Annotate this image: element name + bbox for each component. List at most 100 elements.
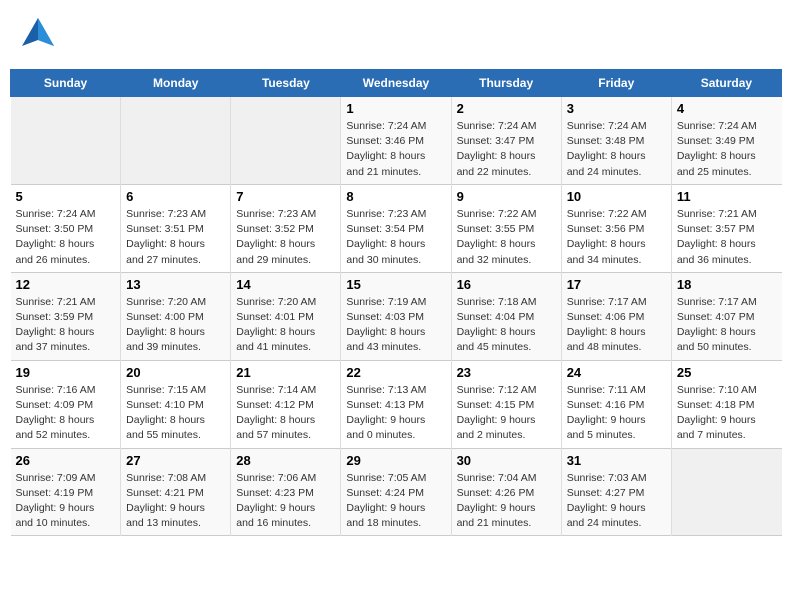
day-number: 14 <box>236 277 335 292</box>
day-info: Sunrise: 7:10 AM Sunset: 4:18 PM Dayligh… <box>677 383 777 444</box>
day-number: 26 <box>16 453 116 468</box>
day-info: Sunrise: 7:23 AM Sunset: 3:52 PM Dayligh… <box>236 207 335 268</box>
day-info: Sunrise: 7:17 AM Sunset: 4:07 PM Dayligh… <box>677 295 777 356</box>
day-cell: 10Sunrise: 7:22 AM Sunset: 3:56 PM Dayli… <box>561 184 671 272</box>
header-cell-wednesday: Wednesday <box>341 70 451 97</box>
day-cell: 16 Sunrise: 7:18 AM Sunset: 4:04 PM Dayli… <box>451 272 561 360</box>
day-info: Sunrise: 7:05 AM Sunset: 4:24 PM Dayligh… <box>346 471 445 532</box>
day-cell: 1Sunrise: 7:24 AM Sunset: 3:46 PM Daylig… <box>341 97 451 185</box>
day-number: 13 <box>126 277 225 292</box>
day-number: 21 <box>236 365 335 380</box>
day-number: 1 <box>346 101 445 116</box>
week-row-1: 1Sunrise: 7:24 AM Sunset: 3:46 PM Daylig… <box>11 97 782 185</box>
logo <box>18 14 60 57</box>
day-cell: 30 Sunrise: 7:04 AM Sunset: 4:26 PM Dayli… <box>451 448 561 536</box>
header-row: SundayMondayTuesdayWednesdayThursdayFrid… <box>11 70 782 97</box>
day-number: 27 <box>126 453 225 468</box>
day-info: Sunrise: 7:20 AM Sunset: 4:00 PM Dayligh… <box>126 295 225 356</box>
day-cell: 20 Sunrise: 7:15 AM Sunset: 4:10 PM Dayli… <box>121 360 231 448</box>
day-cell: 22 Sunrise: 7:13 AM Sunset: 4:13 PM Dayli… <box>341 360 451 448</box>
day-number: 6 <box>126 189 225 204</box>
week-row-2: 5 Sunrise: 7:24 AM Sunset: 3:50 PM Daylig… <box>11 184 782 272</box>
day-number: 10 <box>567 189 666 204</box>
day-cell: 8Sunrise: 7:23 AM Sunset: 3:54 PM Daylig… <box>341 184 451 272</box>
day-info: Sunrise: 7:23 AM Sunset: 3:54 PM Dayligh… <box>346 207 445 268</box>
day-cell: 27Sunrise: 7:08 AM Sunset: 4:21 PM Dayli… <box>121 448 231 536</box>
week-row-4: 19 Sunrise: 7:16 AM Sunset: 4:09 PM Dayli… <box>11 360 782 448</box>
logo-icon <box>18 14 56 52</box>
day-info: Sunrise: 7:11 AM Sunset: 4:16 PM Dayligh… <box>567 383 666 444</box>
day-info: Sunrise: 7:15 AM Sunset: 4:10 PM Dayligh… <box>126 383 225 444</box>
day-cell <box>671 448 781 536</box>
day-number: 4 <box>677 101 777 116</box>
day-cell: 11 Sunrise: 7:21 AM Sunset: 3:57 PM Dayli… <box>671 184 781 272</box>
day-cell: 31Sunrise: 7:03 AM Sunset: 4:27 PM Dayli… <box>561 448 671 536</box>
day-info: Sunrise: 7:04 AM Sunset: 4:26 PM Dayligh… <box>457 471 556 532</box>
header-cell-tuesday: Tuesday <box>231 70 341 97</box>
day-info: Sunrise: 7:20 AM Sunset: 4:01 PM Dayligh… <box>236 295 335 356</box>
day-info: Sunrise: 7:16 AM Sunset: 4:09 PM Dayligh… <box>16 383 116 444</box>
calendar-header: SundayMondayTuesdayWednesdayThursdayFrid… <box>11 70 782 97</box>
day-cell: 12 Sunrise: 7:21 AM Sunset: 3:59 PM Dayli… <box>11 272 121 360</box>
day-cell: 15 Sunrise: 7:19 AM Sunset: 4:03 PM Dayli… <box>341 272 451 360</box>
day-number: 9 <box>457 189 556 204</box>
calendar-table: SundayMondayTuesdayWednesdayThursdayFrid… <box>10 69 782 536</box>
day-info: Sunrise: 7:18 AM Sunset: 4:04 PM Dayligh… <box>457 295 556 356</box>
day-info: Sunrise: 7:21 AM Sunset: 3:57 PM Dayligh… <box>677 207 777 268</box>
header-cell-monday: Monday <box>121 70 231 97</box>
day-number: 17 <box>567 277 666 292</box>
day-info: Sunrise: 7:24 AM Sunset: 3:50 PM Dayligh… <box>16 207 116 268</box>
page-header <box>10 10 782 61</box>
day-cell: 28 Sunrise: 7:06 AM Sunset: 4:23 PM Dayli… <box>231 448 341 536</box>
day-info: Sunrise: 7:23 AM Sunset: 3:51 PM Dayligh… <box>126 207 225 268</box>
day-info: Sunrise: 7:09 AM Sunset: 4:19 PM Dayligh… <box>16 471 116 532</box>
day-cell: 17 Sunrise: 7:17 AM Sunset: 4:06 PM Dayli… <box>561 272 671 360</box>
day-number: 30 <box>457 453 556 468</box>
day-cell: 9 Sunrise: 7:22 AM Sunset: 3:55 PM Daylig… <box>451 184 561 272</box>
day-cell: 21 Sunrise: 7:14 AM Sunset: 4:12 PM Dayli… <box>231 360 341 448</box>
day-cell: 29 Sunrise: 7:05 AM Sunset: 4:24 PM Dayli… <box>341 448 451 536</box>
day-info: Sunrise: 7:19 AM Sunset: 4:03 PM Dayligh… <box>346 295 445 356</box>
day-number: 16 <box>457 277 556 292</box>
day-cell: 3 Sunrise: 7:24 AM Sunset: 3:48 PM Daylig… <box>561 97 671 185</box>
day-info: Sunrise: 7:17 AM Sunset: 4:06 PM Dayligh… <box>567 295 666 356</box>
day-info: Sunrise: 7:22 AM Sunset: 3:55 PM Dayligh… <box>457 207 556 268</box>
day-number: 18 <box>677 277 777 292</box>
header-cell-friday: Friday <box>561 70 671 97</box>
day-cell: 23Sunrise: 7:12 AM Sunset: 4:15 PM Dayli… <box>451 360 561 448</box>
day-number: 7 <box>236 189 335 204</box>
day-info: Sunrise: 7:24 AM Sunset: 3:47 PM Dayligh… <box>457 119 556 180</box>
day-number: 19 <box>16 365 116 380</box>
week-row-3: 12 Sunrise: 7:21 AM Sunset: 3:59 PM Dayli… <box>11 272 782 360</box>
day-cell: 25Sunrise: 7:10 AM Sunset: 4:18 PM Dayli… <box>671 360 781 448</box>
day-number: 5 <box>16 189 116 204</box>
day-number: 31 <box>567 453 666 468</box>
day-info: Sunrise: 7:14 AM Sunset: 4:12 PM Dayligh… <box>236 383 335 444</box>
day-number: 28 <box>236 453 335 468</box>
day-number: 20 <box>126 365 225 380</box>
calendar-body: 1Sunrise: 7:24 AM Sunset: 3:46 PM Daylig… <box>11 97 782 536</box>
day-number: 22 <box>346 365 445 380</box>
day-cell <box>231 97 341 185</box>
day-info: Sunrise: 7:06 AM Sunset: 4:23 PM Dayligh… <box>236 471 335 532</box>
day-cell: 19 Sunrise: 7:16 AM Sunset: 4:09 PM Dayli… <box>11 360 121 448</box>
day-info: Sunrise: 7:13 AM Sunset: 4:13 PM Dayligh… <box>346 383 445 444</box>
day-number: 15 <box>346 277 445 292</box>
header-cell-thursday: Thursday <box>451 70 561 97</box>
week-row-5: 26 Sunrise: 7:09 AM Sunset: 4:19 PM Dayli… <box>11 448 782 536</box>
day-cell: 4Sunrise: 7:24 AM Sunset: 3:49 PM Daylig… <box>671 97 781 185</box>
day-cell: 13 Sunrise: 7:20 AM Sunset: 4:00 PM Dayli… <box>121 272 231 360</box>
day-cell: 24 Sunrise: 7:11 AM Sunset: 4:16 PM Dayli… <box>561 360 671 448</box>
day-number: 3 <box>567 101 666 116</box>
day-cell: 18 Sunrise: 7:17 AM Sunset: 4:07 PM Dayli… <box>671 272 781 360</box>
day-info: Sunrise: 7:12 AM Sunset: 4:15 PM Dayligh… <box>457 383 556 444</box>
day-number: 12 <box>16 277 116 292</box>
day-cell <box>121 97 231 185</box>
day-info: Sunrise: 7:24 AM Sunset: 3:48 PM Dayligh… <box>567 119 666 180</box>
day-info: Sunrise: 7:21 AM Sunset: 3:59 PM Dayligh… <box>16 295 116 356</box>
day-number: 24 <box>567 365 666 380</box>
day-cell: 7 Sunrise: 7:23 AM Sunset: 3:52 PM Daylig… <box>231 184 341 272</box>
day-number: 11 <box>677 189 777 204</box>
day-cell: 2Sunrise: 7:24 AM Sunset: 3:47 PM Daylig… <box>451 97 561 185</box>
day-number: 29 <box>346 453 445 468</box>
